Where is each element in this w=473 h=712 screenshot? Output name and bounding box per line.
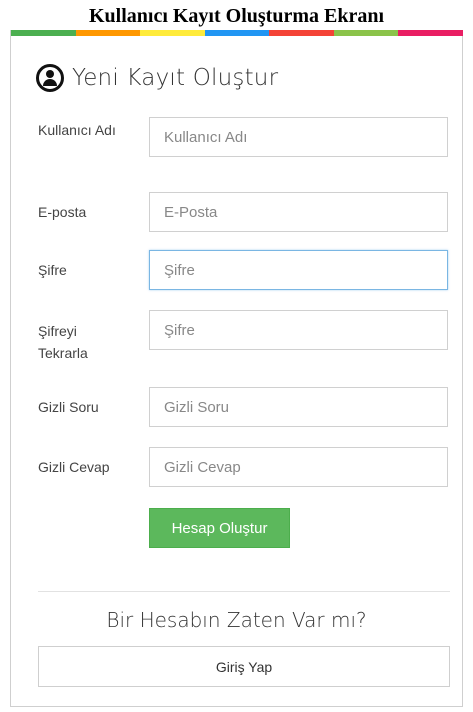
- form-title: Yeni Kayıt Oluştur: [72, 65, 279, 91]
- secret-answer-input[interactable]: [149, 447, 448, 487]
- color-segment: [398, 30, 464, 36]
- login-prompt: Bir Hesabın Zaten Var mı?: [106, 608, 367, 632]
- password-repeat-input[interactable]: [149, 310, 448, 350]
- user-circle-icon: [36, 64, 64, 92]
- secret-answer-label: Gizli Cevap: [38, 459, 110, 475]
- color-segment: [269, 30, 334, 36]
- create-account-button[interactable]: Hesap Oluştur: [149, 508, 290, 548]
- secret-question-input[interactable]: [149, 387, 448, 427]
- divider: [38, 591, 450, 592]
- username-label: Kullanıcı Adı: [38, 122, 116, 138]
- color-segment: [140, 30, 205, 36]
- color-segment: [75, 30, 141, 36]
- color-segment: [204, 30, 270, 36]
- color-segment: [11, 30, 76, 36]
- color-segment: [333, 30, 399, 36]
- page-title: Kullanıcı Kayıt Oluşturma Ekranı: [88, 5, 385, 27]
- password-repeat-label: Şifreyi Tekrarla: [38, 323, 88, 361]
- email-label: E-posta: [38, 204, 87, 220]
- login-button[interactable]: Giriş Yap: [38, 646, 450, 687]
- secret-question-label: Gizli Soru: [38, 399, 99, 415]
- color-bar: [11, 30, 464, 36]
- username-input[interactable]: [149, 117, 448, 157]
- password-input[interactable]: [149, 250, 448, 290]
- email-input[interactable]: [149, 192, 448, 232]
- form-header: Yeni Kayıt Oluştur: [36, 60, 278, 96]
- password-label: Şifre: [38, 262, 67, 278]
